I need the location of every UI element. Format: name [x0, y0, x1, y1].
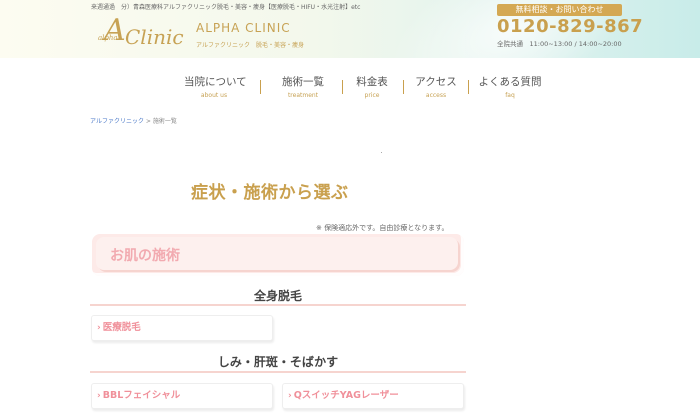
page-title: 症状・施術から選ぶ [191, 183, 349, 203]
nav-label: 施術一覧 [282, 76, 324, 88]
logo-word: Clinic [125, 25, 184, 49]
nav-divider [260, 80, 261, 94]
logo-english-name: ALPHA CLINIC [196, 21, 291, 35]
logo-japanese-name: アルファクリニック 脱毛・美容・痩身 [196, 42, 304, 49]
section-banner-label: お肌の施術 [110, 248, 180, 264]
treatment-label: BBLフェイシャル [102, 390, 181, 401]
decorative-dot [381, 152, 382, 153]
nav-label: アクセス [415, 76, 457, 88]
contact-badge[interactable]: 無料相談・お問い合わせ [497, 4, 622, 16]
nav-label: 当院について [184, 76, 247, 88]
category-underline [90, 371, 466, 373]
nav-divider [468, 80, 469, 94]
nav-item-price[interactable]: 料金表 price [352, 76, 392, 100]
category-title-hair-removal: 全身脱毛 [253, 289, 302, 303]
nav-divider [342, 80, 343, 94]
chevron-right-icon: › [97, 323, 101, 333]
section-banner-skin: お肌の施術 [92, 234, 464, 276]
nav-sublabel: about us [200, 92, 228, 99]
treatment-button-medical-hair-removal[interactable]: › 医療脱毛 [91, 315, 273, 341]
nav-label: 料金表 [356, 76, 388, 88]
treatment-button-bbl-facial[interactable]: › BBLフェイシャル [91, 383, 273, 409]
logo-letter: A [104, 13, 126, 48]
category-underline [90, 304, 466, 306]
chevron-right-icon: › [288, 391, 292, 401]
site-header: 来週通過 分）青森医療科アルファクリニック脱毛・美容・痩身【医療脱毛・HIFU・… [0, 0, 700, 58]
nav-sublabel: treatment [287, 92, 319, 99]
clinic-logo[interactable]: A alpha Clinic [98, 14, 188, 54]
treatment-label: 医療脱毛 [102, 322, 141, 333]
nav-sublabel: access [425, 92, 447, 99]
nav-item-treatment[interactable]: 施術一覧 treatment [276, 76, 330, 100]
breadcrumb: アルファクリニック > 施術一覧 [90, 116, 177, 125]
logo-small-text: alpha [98, 34, 118, 42]
nav-sublabel: price [364, 92, 380, 99]
nav-sublabel: faq [505, 92, 515, 99]
nav-item-faq[interactable]: よくある質問 faq [477, 76, 543, 100]
treatment-button-q-switch-yag[interactable]: › QスイッチYAGレーザー [282, 383, 464, 409]
breadcrumb-home-link[interactable]: アルファクリニック [90, 118, 144, 125]
nav-divider [403, 80, 404, 94]
nav-label: よくある質問 [478, 76, 542, 88]
breadcrumb-current: 施術一覧 [152, 118, 177, 125]
phone-number[interactable]: 0120-829-867 [497, 16, 643, 37]
business-hours: 全院共通 11:00~13:00 / 14:00~20:00 [497, 40, 622, 48]
insurance-note: ※ 保険適応外です。自由診療となります。 [316, 224, 449, 232]
header-tagline: 来週通過 分）青森医療科アルファクリニック脱毛・美容・痩身【医療脱毛・HIFU・… [91, 4, 361, 11]
breadcrumb-separator: > [145, 118, 151, 125]
category-title-spots: しみ・肝斑・そばかす [217, 355, 339, 369]
chevron-right-icon: › [97, 391, 101, 401]
treatment-label: QスイッチYAGレーザー [293, 390, 399, 401]
nav-item-access[interactable]: アクセス access [411, 76, 461, 100]
nav-item-about[interactable]: 当院について about us [184, 76, 247, 100]
